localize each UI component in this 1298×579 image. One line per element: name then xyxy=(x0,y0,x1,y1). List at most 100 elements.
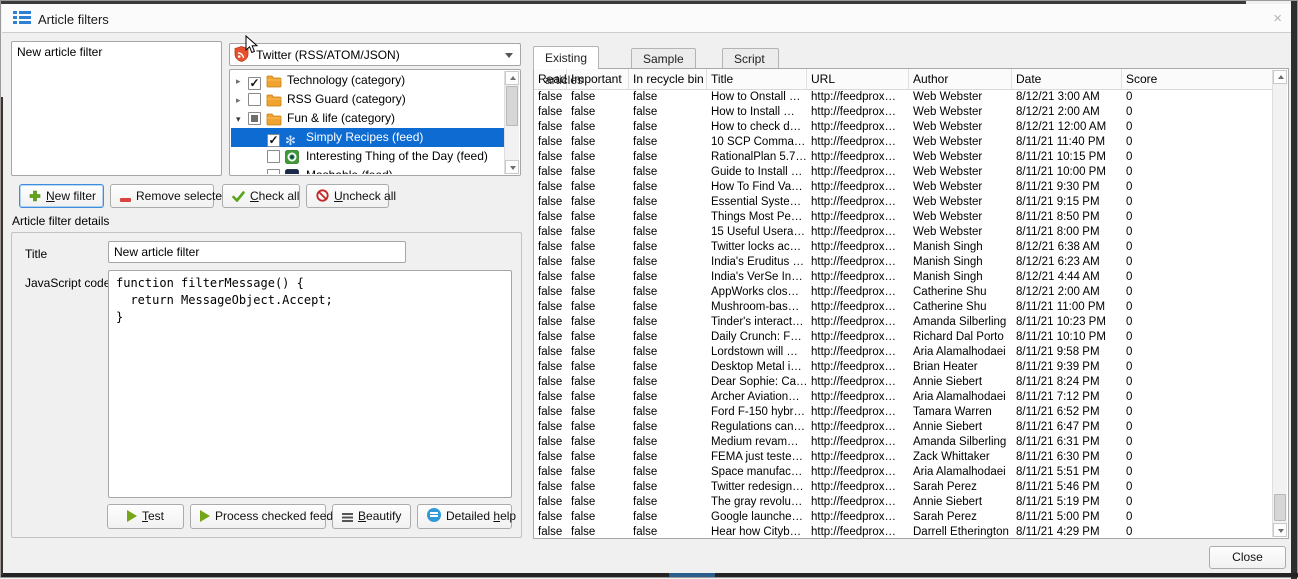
tree-item-label: RSS Guard (category) xyxy=(287,92,406,106)
scroll-up-icon[interactable] xyxy=(505,71,519,85)
table-row[interactable]: falsefalsefalseAppWorks clos…http://feed… xyxy=(534,285,1272,300)
titlebar: Article filters × xyxy=(2,4,1296,33)
table-cell: false xyxy=(534,300,567,315)
table-cell: Annie Siebert xyxy=(909,495,1012,510)
uncheck-all-button[interactable]: Uncheck all xyxy=(306,184,389,208)
feed-tree[interactable]: ▸✓Technology (category)▸ RSS Guard (categ… xyxy=(229,69,521,176)
table-row[interactable]: falsefalsefalseSpace manufac…http://feed… xyxy=(534,465,1272,480)
table-row[interactable]: falsefalsefalseGuide to Install …http://… xyxy=(534,165,1272,180)
table-row[interactable]: falsefalsefalseHow to Install …http://fe… xyxy=(534,105,1272,120)
column-header-date[interactable]: Date xyxy=(1012,69,1122,89)
close-button[interactable]: Close xyxy=(1209,546,1286,569)
close-icon[interactable]: × xyxy=(1273,10,1282,27)
table-row[interactable]: falsefalsefalseIndia's Eruditus …http://… xyxy=(534,255,1272,270)
table-row[interactable]: falsefalsefalseHow to check d…http://fee… xyxy=(534,120,1272,135)
beautify-button[interactable]: Beautify xyxy=(332,504,411,529)
javascript-code-editor[interactable]: function filterMessage() { return Messag… xyxy=(108,270,512,498)
scroll-thumb[interactable] xyxy=(1274,494,1286,521)
table-cell: http://feedprox… xyxy=(807,210,909,225)
table-row[interactable]: falsefalsefalseMushroom-bas…http://feedp… xyxy=(534,300,1272,315)
column-header-title[interactable]: Title xyxy=(707,69,807,89)
table-cell: http://feedprox… xyxy=(807,375,909,390)
remove-selected-button[interactable]: Remove selected xyxy=(110,184,214,208)
table-cell: false xyxy=(567,165,629,180)
table-row[interactable]: falsefalsefalseTinder's interact…http://… xyxy=(534,315,1272,330)
tree-checkbox[interactable] xyxy=(248,112,261,125)
table-row[interactable]: falsefalsefalseLordstown will …http://fe… xyxy=(534,345,1272,360)
table-cell: Web Webster xyxy=(909,120,1012,135)
column-header-author[interactable]: Author xyxy=(909,69,1012,89)
table-row[interactable]: falsefalsefalseHow to Onstall …http://fe… xyxy=(534,90,1272,105)
table-cell: false xyxy=(629,345,707,360)
table-cell: Tamara Warren xyxy=(909,405,1012,420)
table-row[interactable]: falsefalsefalseArcher Aviation…http://fe… xyxy=(534,390,1272,405)
table-header: ReadImportantIn recycle binTitleURLAutho… xyxy=(534,69,1272,90)
tree-checkbox[interactable]: ✓ xyxy=(267,134,280,147)
table-cell: http://feedprox… xyxy=(807,420,909,435)
table-cell: India's VerSe In… xyxy=(707,270,807,285)
tree-checkbox[interactable] xyxy=(248,93,261,106)
table-cell: 8/11/21 8:50 PM xyxy=(1012,210,1122,225)
table-cell: false xyxy=(629,315,707,330)
table-row[interactable]: falsefalsefalse10 SCP Comma…http://feedp… xyxy=(534,135,1272,150)
table-cell: Web Webster xyxy=(909,165,1012,180)
new-filter-button[interactable]: New filter xyxy=(19,184,104,208)
tree-item[interactable]: ✓✻Simply Recipes (feed) xyxy=(231,128,504,147)
tab-script-output[interactable]: Script output xyxy=(722,48,779,69)
test-button[interactable]: Test xyxy=(107,504,184,529)
tree-item[interactable]: ▸ RSS Guard (category) xyxy=(231,90,504,109)
detailed-help-button[interactable]: Detailed help xyxy=(417,504,512,529)
table-row[interactable]: falsefalsefalseGoogle launche…http://fee… xyxy=(534,510,1272,525)
filter-title-input[interactable] xyxy=(108,241,406,263)
tree-checkbox[interactable] xyxy=(267,169,280,174)
expander-icon[interactable]: ▾ xyxy=(236,110,248,129)
table-cell: false xyxy=(629,510,707,525)
table-row[interactable]: falsefalsefalseDear Sophie: Ca…http://fe… xyxy=(534,375,1272,390)
tree-checkbox[interactable] xyxy=(267,150,280,163)
tab-existing-articles[interactable]: Existing articles xyxy=(533,46,599,69)
expander-icon[interactable]: ▸ xyxy=(236,91,248,110)
table-row[interactable]: falsefalsefalseEssential Syste…http://fe… xyxy=(534,195,1272,210)
list-item[interactable]: New article filter xyxy=(12,42,221,62)
table-row[interactable]: falsefalsefalse15 Useful Usera…http://fe… xyxy=(534,225,1272,240)
minus-icon xyxy=(120,198,131,202)
table-row[interactable]: falsefalsefalseHear how Cityb…http://fee… xyxy=(534,525,1272,538)
scroll-up-icon[interactable] xyxy=(1273,70,1287,84)
table-row[interactable]: falsefalsefalseThe gray revolu…http://fe… xyxy=(534,495,1272,510)
table-row[interactable]: falsefalsefalseRationalPlan 5.7…http://f… xyxy=(534,150,1272,165)
table-scrollbar[interactable] xyxy=(1272,70,1287,537)
table-row[interactable]: falsefalsefalseTwitter redesign…http://f… xyxy=(534,480,1272,495)
tree-item[interactable]: Interesting Thing of the Day (feed) xyxy=(231,147,504,166)
table-row[interactable]: falsefalsefalseRegulations can…http://fe… xyxy=(534,420,1272,435)
expander-icon[interactable]: ▸ xyxy=(236,72,248,91)
table-row[interactable]: falsefalsefalseFEMA just teste…http://fe… xyxy=(534,450,1272,465)
tree-item[interactable]: ▸✓Technology (category) xyxy=(231,71,504,90)
table-row[interactable]: falsefalsefalseFord F-150 hybr…http://fe… xyxy=(534,405,1272,420)
tab-sample-article[interactable]: Sample article xyxy=(631,48,696,69)
scroll-down-icon[interactable] xyxy=(505,160,519,174)
scroll-thumb[interactable] xyxy=(506,86,518,126)
table-cell: 8/11/21 5:51 PM xyxy=(1012,465,1122,480)
table-row[interactable]: falsefalsefalseTwitter locks ac…http://f… xyxy=(534,240,1272,255)
tree-checkbox[interactable]: ✓ xyxy=(248,77,261,90)
account-select[interactable]: Twitter (RSS/ATOM/JSON) xyxy=(229,43,521,66)
tree-item[interactable]: mMashable (feed) xyxy=(231,166,504,174)
background-window-edge xyxy=(1291,1,1297,579)
table-row[interactable]: falsefalsefalseThings Most Pe…http://fee… xyxy=(534,210,1272,225)
process-checked-feeds-button[interactable]: Process checked feeds xyxy=(190,504,326,529)
column-header-url[interactable]: URL xyxy=(807,69,909,89)
tree-item[interactable]: ▾Fun & life (category) xyxy=(231,109,504,128)
table-row[interactable]: falsefalsefalseIndia's VerSe In…http://f… xyxy=(534,270,1272,285)
table-cell: false xyxy=(534,330,567,345)
table-cell: false xyxy=(534,285,567,300)
column-header-score[interactable]: Score xyxy=(1122,69,1268,89)
scroll-down-icon[interactable] xyxy=(1273,523,1287,537)
filters-list[interactable]: New article filter xyxy=(11,41,222,176)
table-row[interactable]: falsefalsefalseMedium revam…http://feedp… xyxy=(534,435,1272,450)
tree-scrollbar[interactable] xyxy=(504,71,519,174)
check-all-button[interactable]: Check all xyxy=(222,184,300,208)
table-row[interactable]: falsefalsefalseDesktop Metal i…http://fe… xyxy=(534,360,1272,375)
column-header-recycle[interactable]: In recycle bin xyxy=(629,69,707,89)
table-row[interactable]: falsefalsefalseDaily Crunch: F…http://fe… xyxy=(534,330,1272,345)
table-row[interactable]: falsefalsefalseHow To Find Va…http://fee… xyxy=(534,180,1272,195)
